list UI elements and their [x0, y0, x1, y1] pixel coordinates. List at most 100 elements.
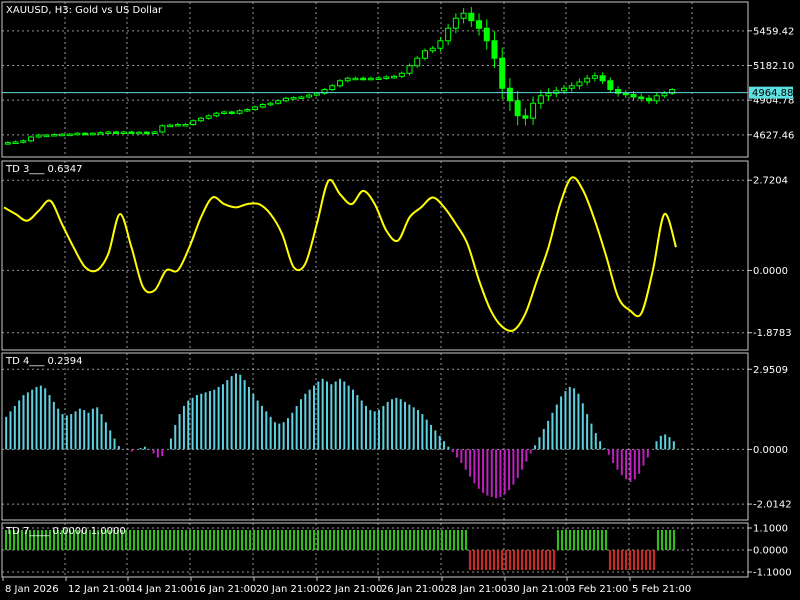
- candle: [113, 130, 119, 134]
- candle-body: [252, 106, 259, 110]
- candle-body: [313, 92, 320, 96]
- candle-body: [174, 124, 181, 127]
- pane-title: TD 4___ 0.2394: [5, 356, 83, 367]
- candle: [159, 124, 166, 134]
- candle-body: [468, 12, 475, 22]
- candle-body: [653, 95, 660, 102]
- candle: [236, 109, 243, 115]
- x-tick-label: 3 Feb 21:00: [569, 584, 628, 595]
- candle-body: [213, 112, 220, 117]
- candle-body: [537, 95, 544, 104]
- candle-body: [197, 117, 204, 122]
- candle-body: [661, 92, 668, 97]
- candle-body: [267, 102, 274, 106]
- candle-body: [337, 80, 343, 87]
- candle-body: [290, 97, 297, 100]
- candle-body: [51, 134, 58, 137]
- candle: [522, 108, 529, 126]
- candle: [51, 133, 58, 137]
- candle: [391, 74, 398, 79]
- candle-body: [522, 115, 529, 119]
- candle: [74, 132, 81, 136]
- candle-body: [375, 77, 382, 80]
- candle-body: [20, 140, 27, 143]
- candle-body: [499, 57, 506, 89]
- candle: [491, 31, 498, 68]
- candle-body: [105, 131, 112, 134]
- candle-body: [506, 87, 513, 102]
- td4-pane: 2.9509 0.0000 -2.0142 TD 4___ 0.2394: [1, 352, 792, 521]
- candle-body: [282, 97, 289, 102]
- pane-title: TD 7____ 0.0000 1.0000: [5, 526, 126, 537]
- candle-body: [151, 131, 158, 134]
- candle-body: [82, 132, 89, 136]
- candle: [383, 75, 390, 80]
- td4-bars: [5, 373, 675, 499]
- candle: [615, 86, 622, 97]
- candle: [136, 131, 143, 135]
- price-pane: 4627.464904.785182.105459.424964.88XAUUS…: [1, 1, 794, 158]
- candle: [344, 76, 351, 83]
- candle: [622, 89, 629, 98]
- candle-body: [421, 50, 428, 59]
- candle: [367, 76, 374, 81]
- candle: [329, 84, 336, 92]
- y-tick-label: 4627.46: [753, 130, 794, 141]
- candle-body: [530, 102, 537, 119]
- x-tick-label: 22 Jan 21:00: [319, 584, 382, 595]
- candle-body: [275, 100, 282, 104]
- candle: [167, 123, 174, 128]
- candle: [545, 88, 552, 101]
- candle: [290, 96, 297, 100]
- candle: [445, 23, 452, 46]
- candle: [66, 133, 73, 137]
- candle-body: [599, 75, 606, 82]
- candle-body: [74, 132, 81, 136]
- candle: [476, 13, 483, 36]
- candle: [190, 119, 197, 126]
- candle: [483, 19, 490, 50]
- candle: [252, 105, 259, 111]
- candle: [421, 48, 428, 61]
- candle: [105, 130, 112, 134]
- candle-body: [244, 109, 251, 112]
- pane-title: XAUUSD, H3: Gold vs US Dollar: [6, 5, 163, 16]
- candle: [82, 132, 89, 136]
- candle: [414, 56, 421, 68]
- td3-pane: 2.7204 0.0000 -1.8783 TD 3___ 0.6347: [1, 160, 792, 351]
- candle: [282, 96, 289, 103]
- candle-body: [12, 141, 19, 144]
- candle: [267, 101, 274, 106]
- candle: [337, 79, 343, 88]
- candle-body: [630, 94, 637, 98]
- candle: [228, 110, 235, 115]
- candle: [205, 114, 212, 120]
- candle: [599, 72, 606, 85]
- candle-body: [476, 20, 483, 29]
- candle-body: [159, 125, 166, 133]
- candle-body: [58, 133, 65, 137]
- candle: [568, 82, 575, 92]
- pane-frame: [1, 160, 749, 351]
- candle: [352, 76, 359, 81]
- candle-body: [638, 96, 645, 99]
- candle: [298, 95, 305, 100]
- candle: [576, 78, 583, 90]
- candle-body: [406, 65, 413, 74]
- candle-body: [360, 77, 367, 81]
- y-tick-label: -1.1000: [753, 568, 792, 579]
- candle: [360, 76, 367, 81]
- candle: [28, 135, 35, 143]
- y-tick-label: 2.9509: [753, 365, 788, 376]
- candle-body: [298, 96, 305, 99]
- candle: [4, 141, 11, 145]
- x-tick-label: 16 Jan 21:00: [193, 584, 256, 595]
- candle-body: [66, 133, 73, 137]
- candle-body: [398, 72, 405, 77]
- candle: [174, 123, 181, 127]
- candles: [4, 7, 676, 145]
- x-tick-label: 12 Jan 21:00: [68, 584, 131, 595]
- candle: [584, 74, 591, 86]
- candle: [553, 86, 560, 98]
- pane-grid: [2, 161, 748, 350]
